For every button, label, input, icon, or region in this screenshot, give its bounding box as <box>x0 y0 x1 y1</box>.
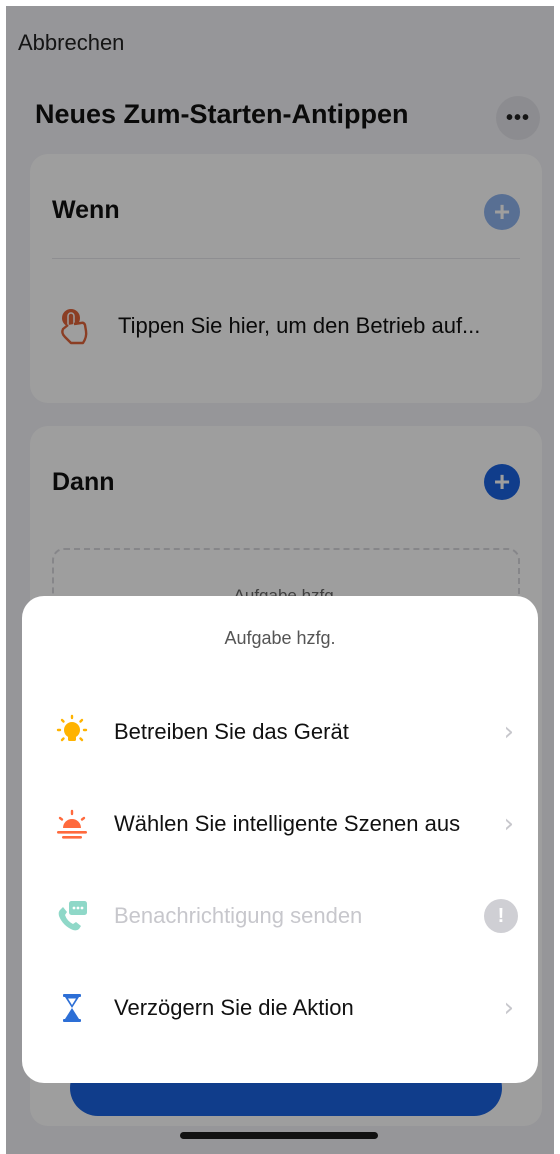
home-indicator <box>180 1132 378 1139</box>
sheet-item-label: Benachrichtigung senden <box>114 903 363 928</box>
hourglass-icon <box>54 990 90 1026</box>
sheet-item-label: Verzögern Sie die Aktion <box>114 995 354 1020</box>
chevron-right-icon: › <box>503 717 514 747</box>
bulb-icon <box>54 714 90 750</box>
sheet-title: Aufgabe hzfg. <box>224 628 336 648</box>
sunrise-icon <box>54 806 90 842</box>
sheet-item-label: Betreiben Sie das Gerät <box>114 719 349 744</box>
warning-icon[interactable]: ! <box>484 899 518 933</box>
sheet-item-label: Wählen Sie intelligente Szenen aus <box>114 811 461 836</box>
phone-message-icon <box>54 898 90 934</box>
sheet-item-delay-action[interactable]: Verzögern Sie die Aktion › <box>22 978 538 1038</box>
task-sheet: Aufgabe hzfg. Betreiben Sie das Gerät › <box>22 596 538 1083</box>
sheet-item-operate-device[interactable]: Betreiben Sie das Gerät › <box>22 702 538 762</box>
chevron-right-icon: › <box>503 993 514 1023</box>
sheet-item-smart-scenes[interactable]: Wählen Sie intelligente Szenen aus › <box>22 794 538 854</box>
sheet-item-send-notification: Benachrichtigung senden ! <box>22 886 538 946</box>
chevron-right-icon: › <box>503 809 514 839</box>
